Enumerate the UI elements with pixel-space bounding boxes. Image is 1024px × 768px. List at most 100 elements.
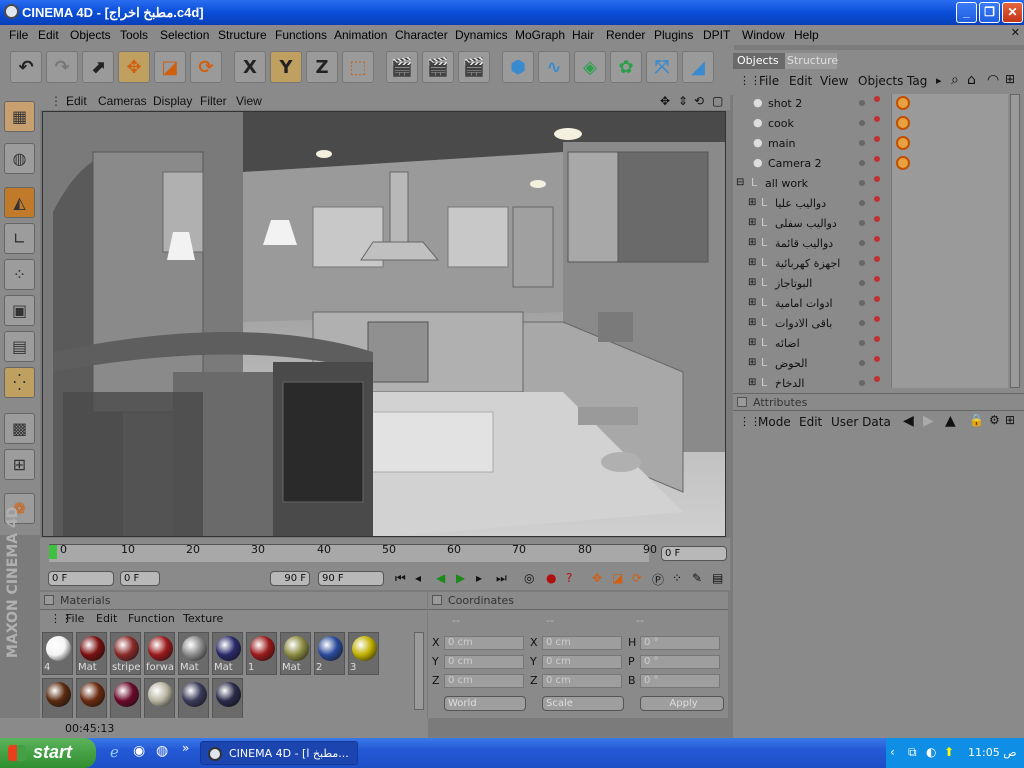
key-pla-icon[interactable]: ⁘ [672, 571, 682, 585]
materials-menu-function[interactable]: Function [128, 612, 175, 625]
layout-icon[interactable]: ▦ [4, 101, 35, 132]
points-mode-icon[interactable]: ⁘ [4, 259, 35, 290]
objects-menu-view[interactable]: View [820, 74, 848, 88]
object-row[interactable]: ⊞ L دواليب قائمة [733, 234, 1008, 254]
render-dot-icon[interactable] [874, 296, 880, 302]
expand-toggle-icon[interactable]: ⊞ [748, 297, 756, 308]
protection-tag-icon[interactable] [896, 136, 910, 150]
maximize-button[interactable]: ❐ [979, 2, 1000, 23]
rotate-icon[interactable]: ⟳ [190, 51, 222, 83]
materials-scrollbar[interactable] [414, 632, 424, 710]
uv-mode-icon[interactable]: ⁛ [4, 367, 35, 398]
object-name[interactable]: الحوض [775, 357, 808, 370]
render-settings-icon[interactable]: 🎬 [458, 51, 490, 83]
eye-icon[interactable]: ◠ [987, 72, 999, 88]
object-row[interactable]: ● shot 2 [733, 94, 1008, 114]
materials-menu-edit[interactable]: Edit [96, 612, 117, 625]
render-dot-icon[interactable] [874, 356, 880, 362]
help-record-icon[interactable]: ? [566, 571, 572, 585]
current-frame-field[interactable]: 0 F [661, 546, 727, 561]
render-dot-icon[interactable] [874, 276, 880, 282]
object-row[interactable]: ⊞ L دواليب عليا [733, 194, 1008, 214]
material-swatch[interactable]: Mat [212, 632, 243, 675]
texture-mode-icon[interactable]: ▩ [4, 413, 35, 444]
minimize-button[interactable]: _ [956, 2, 977, 23]
visibility-dot-icon[interactable] [859, 200, 865, 206]
object-row[interactable]: ● main [733, 134, 1008, 154]
material-swatch[interactable] [110, 678, 141, 721]
material-swatch[interactable]: 1 [246, 632, 277, 675]
menu-mograph[interactable]: MoGraph [515, 28, 565, 42]
material-swatch[interactable]: 2 [314, 632, 345, 675]
pos-y-field[interactable]: 0 cm [444, 655, 524, 669]
key-options-icon[interactable]: ✎ [692, 571, 702, 585]
material-swatch[interactable] [178, 678, 209, 721]
expand-toggle-icon[interactable]: ⊞ [748, 337, 756, 348]
expand-toggle-icon[interactable]: ⊞ [748, 377, 756, 388]
cinema4d-app-icon[interactable] [4, 4, 19, 19]
visibility-dot-icon[interactable] [859, 140, 865, 146]
visibility-dot-icon[interactable] [859, 280, 865, 286]
render-dot-icon[interactable] [874, 96, 880, 102]
world-select[interactable]: World [444, 696, 526, 711]
attributes-menu-mode[interactable]: Mode [758, 415, 791, 429]
expand-toggle-icon[interactable]: ⊟ [736, 177, 744, 188]
viewport-menu-cameras[interactable]: Cameras [98, 94, 147, 108]
maximize-view-icon[interactable]: ▢ [712, 94, 723, 108]
material-swatch[interactable]: Mat [280, 632, 311, 675]
taskbar-item-cinema4d[interactable]: CINEMA 4D - [مطبخ ا... [200, 741, 358, 765]
rot-h-field[interactable]: 0 ° [640, 636, 720, 650]
new-panel-icon[interactable]: ⊞ [1005, 413, 1015, 427]
object-row[interactable]: ● Camera 2 [733, 154, 1008, 174]
object-name[interactable]: cook [768, 117, 794, 130]
protection-tag-icon[interactable] [896, 156, 910, 170]
coordinate-system-icon[interactable]: ⬚ [342, 51, 374, 83]
key-scale-icon[interactable]: ◪ [612, 571, 623, 585]
playhead-marker[interactable] [49, 545, 57, 559]
object-row[interactable]: ⊞ L الدخاخ [733, 374, 1008, 388]
security-icon[interactable]: ⬆ [944, 745, 954, 759]
object-name[interactable]: ادوات امامية [775, 297, 833, 310]
cube-primitive-icon[interactable]: ⬢ [502, 51, 534, 83]
object-name[interactable]: all work [765, 177, 808, 190]
expand-toggle-icon[interactable]: ⊞ [748, 197, 756, 208]
object-row[interactable]: ⊞ L دواليب سفلى [733, 214, 1008, 234]
key-rotation-icon[interactable]: ⟳ [632, 571, 642, 585]
home-icon[interactable]: ⌂ [967, 72, 976, 88]
objects-menu-file[interactable]: File [759, 74, 779, 88]
size-z-field[interactable]: 0 cm [542, 674, 622, 688]
visibility-dot-icon[interactable] [859, 120, 865, 126]
messenger-icon[interactable]: ◍ [156, 743, 168, 759]
play-reverse-icon[interactable]: ◀ [436, 571, 445, 585]
materials-menu-file[interactable]: File [66, 612, 84, 625]
render-dot-icon[interactable] [874, 136, 880, 142]
visibility-dot-icon[interactable] [859, 240, 865, 246]
materials-menu-texture[interactable]: Texture [183, 612, 223, 625]
panel-close-icon[interactable]: ✕ [1011, 26, 1020, 39]
render-dot-icon[interactable] [874, 176, 880, 182]
viewport-3d[interactable] [42, 111, 726, 537]
attributes-menu-user-data[interactable]: User Data [831, 415, 891, 429]
render-dot-icon[interactable] [874, 256, 880, 262]
menu-functions[interactable]: Functions [275, 28, 327, 42]
menu-character[interactable]: Character [395, 28, 448, 42]
menu-dpit[interactable]: DPIT [703, 28, 730, 42]
pan-view-icon[interactable]: ✥ [660, 94, 670, 108]
attributes-menu-edit[interactable]: Edit [799, 415, 822, 429]
expand-toggle-icon[interactable]: ⊞ [748, 277, 756, 288]
material-swatch[interactable]: 4 [42, 632, 73, 675]
material-swatch[interactable]: 3 [348, 632, 379, 675]
render-dot-icon[interactable] [874, 216, 880, 222]
visibility-dot-icon[interactable] [859, 360, 865, 366]
tab-structure[interactable]: Structure [785, 53, 838, 69]
object-name[interactable]: shot 2 [768, 97, 802, 110]
menu-dynamics[interactable]: Dynamics [455, 28, 508, 42]
render-dot-icon[interactable] [874, 156, 880, 162]
select-pointer-icon[interactable]: ⬈ [82, 51, 114, 83]
menu-hair[interactable]: Hair [572, 28, 594, 42]
scene-icon[interactable]: ◢ [682, 51, 714, 83]
object-name[interactable]: main [768, 137, 795, 150]
object-row[interactable]: ⊞ L الحوض [733, 354, 1008, 374]
material-swatch[interactable] [212, 678, 243, 721]
object-name[interactable]: البوتاجاز [775, 277, 812, 290]
